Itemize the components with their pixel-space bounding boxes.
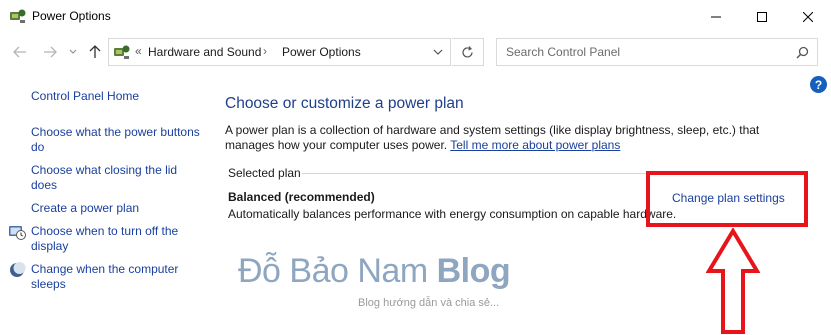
sidebar-item-power-buttons[interactable]: Choose what the power buttons do	[31, 125, 201, 155]
plan-description: Automatically balances performance with …	[228, 207, 677, 221]
arrow-right-icon	[44, 46, 57, 58]
window-title: Power Options	[32, 9, 111, 23]
moon-icon	[10, 262, 26, 277]
highlight-box	[646, 171, 808, 227]
sidebar-item-turn-off-display[interactable]: Choose when to turn off the display	[31, 224, 201, 254]
sidebar-item-computer-sleeps[interactable]: Change when the computer sleeps	[31, 262, 201, 292]
arrow-up-icon	[89, 45, 101, 58]
display-clock-icon	[9, 226, 26, 240]
breadcrumb-separator-icon[interactable]: ›	[263, 44, 267, 58]
close-icon	[803, 11, 813, 22]
page-description: A power plan is a collection of hardware…	[225, 123, 795, 153]
sidebar-item-create-power-plan[interactable]: Create a power plan	[31, 201, 201, 216]
chevron-down-icon	[69, 49, 77, 54]
search-icon[interactable]	[796, 46, 809, 59]
power-options-app-icon	[10, 9, 26, 23]
selected-plan-label: Selected plan	[228, 166, 301, 180]
navigation-bar: « Hardware and Sound › Power Options	[0, 36, 831, 68]
help-icon[interactable]: ?	[810, 76, 827, 93]
watermark-title: Đỗ Bảo Nam Blog	[238, 252, 511, 291]
search-input[interactable]	[506, 45, 786, 59]
forward-button[interactable]	[40, 42, 60, 62]
maximize-button[interactable]	[739, 0, 785, 33]
watermark-subtitle: Blog hướng dẫn và chia sẻ...	[358, 297, 500, 309]
address-bar[interactable]: « Hardware and Sound › Power Options	[108, 38, 451, 66]
breadcrumb-overflow-icon[interactable]: «	[135, 44, 142, 58]
up-arrow-annotation	[706, 228, 760, 334]
sidebar-item-control-panel-home[interactable]: Control Panel Home	[31, 89, 201, 104]
recent-locations-button[interactable]	[67, 42, 79, 62]
search-box[interactable]	[496, 38, 818, 66]
refresh-button[interactable]	[452, 38, 484, 66]
power-plans-help-link[interactable]: Tell me more about power plans	[450, 138, 620, 152]
close-button[interactable]	[785, 0, 831, 33]
title-bar: Power Options	[0, 0, 831, 33]
back-button[interactable]	[10, 42, 30, 62]
address-dropdown-icon[interactable]	[432, 46, 444, 58]
sidebar: Control Panel Home Choose what the power…	[0, 80, 205, 335]
plan-name: Balanced (recommended)	[228, 190, 375, 204]
page-title: Choose or customize a power plan	[225, 95, 464, 112]
minimize-icon	[711, 16, 721, 17]
control-panel-icon	[114, 45, 130, 59]
up-button[interactable]	[85, 42, 105, 62]
refresh-icon	[462, 45, 473, 58]
watermark-blog: Blog	[436, 252, 511, 290]
watermark-name: Đỗ Bảo Nam	[238, 252, 437, 290]
arrow-left-icon	[13, 46, 26, 58]
sidebar-item-closing-lid[interactable]: Choose what closing the lid does	[31, 163, 201, 193]
breadcrumb-power-options[interactable]: Power Options	[282, 45, 361, 59]
minimize-button[interactable]	[693, 0, 739, 33]
breadcrumb-hardware-and-sound[interactable]: Hardware and Sound	[148, 45, 261, 59]
maximize-icon	[757, 11, 767, 22]
